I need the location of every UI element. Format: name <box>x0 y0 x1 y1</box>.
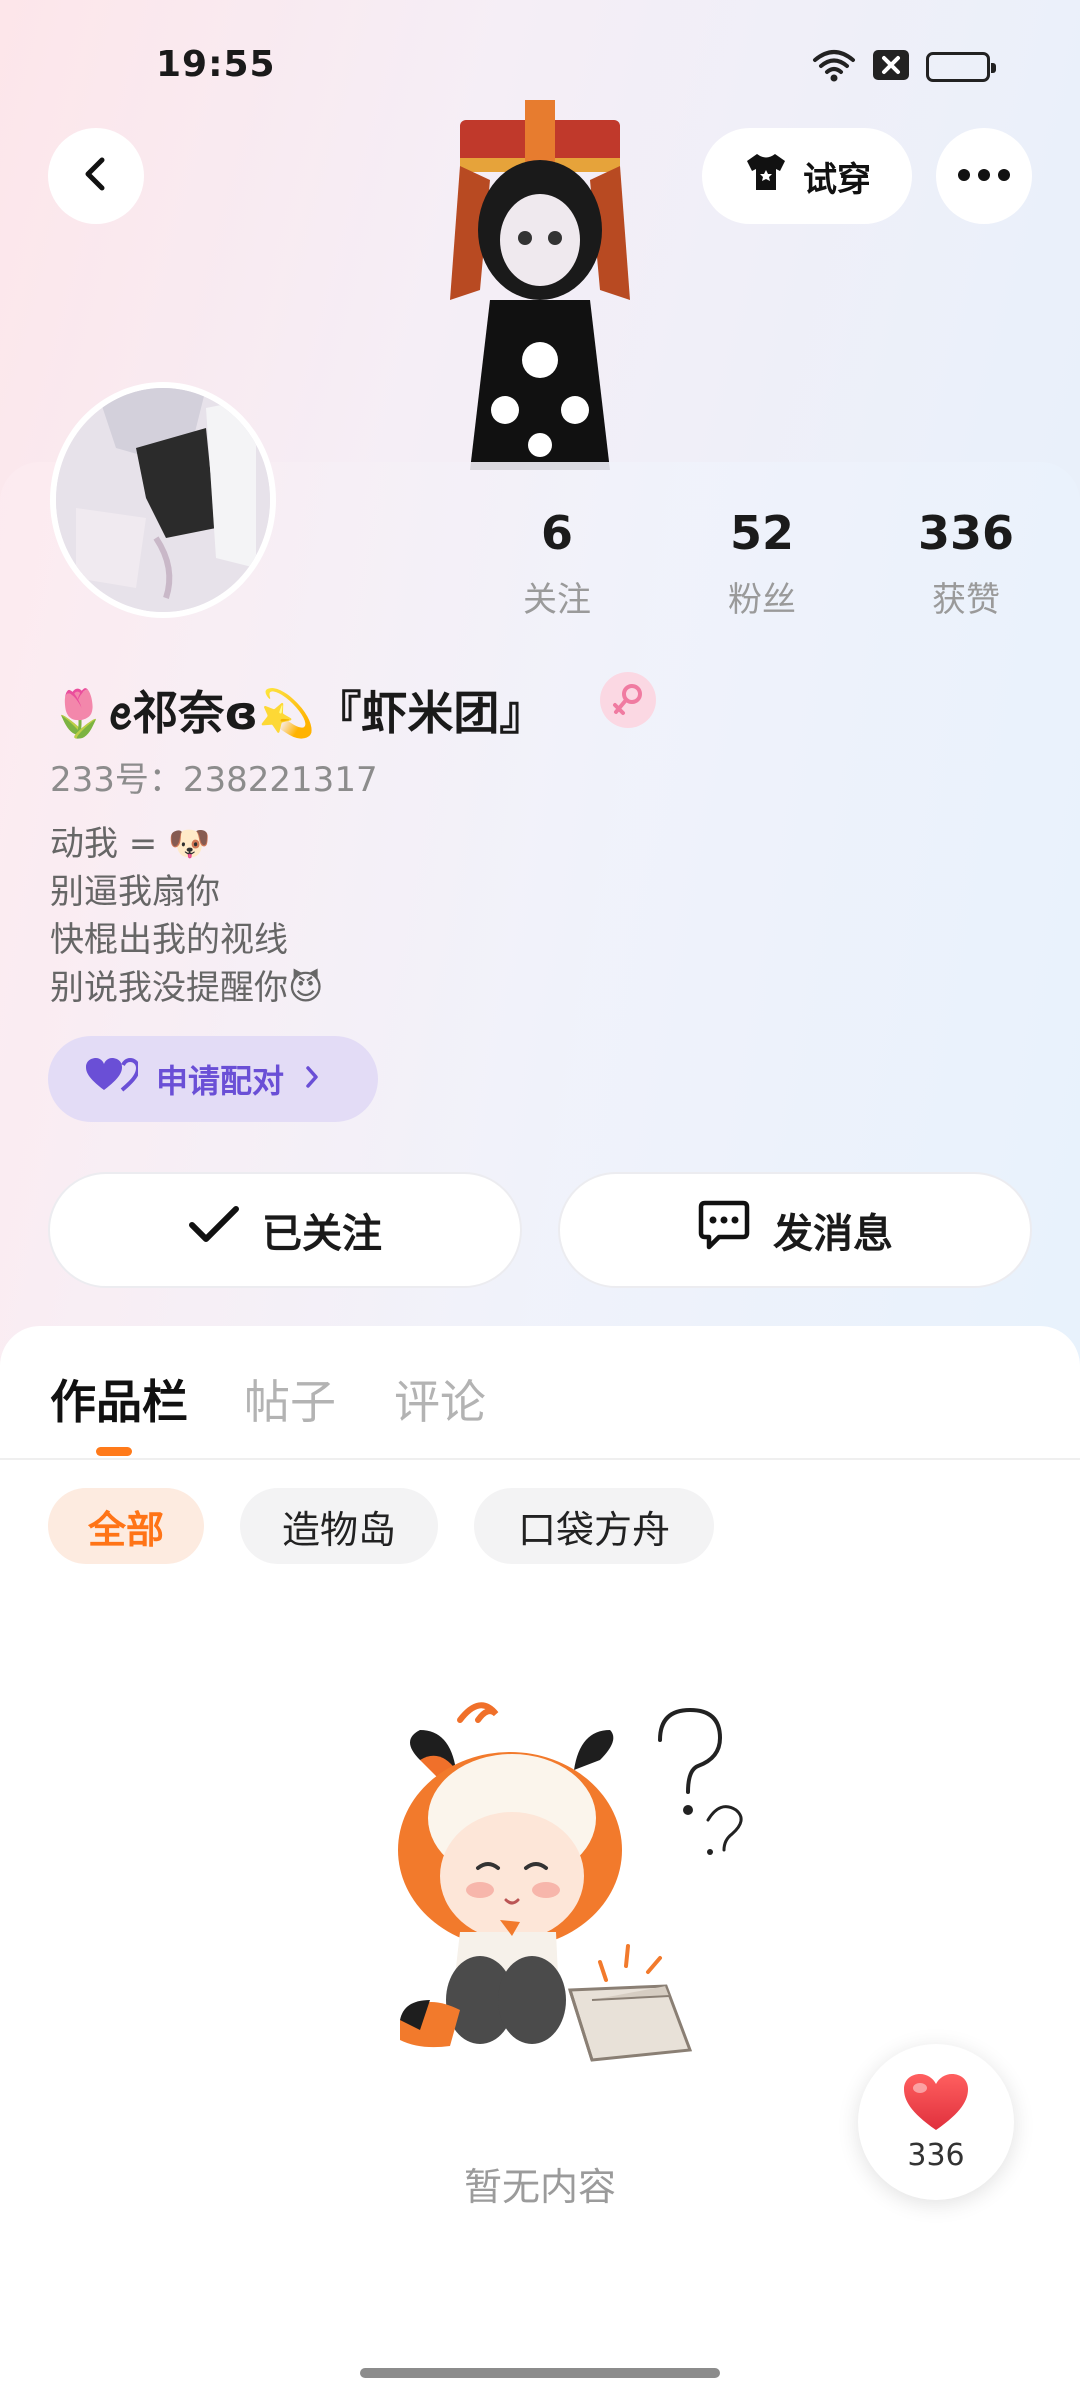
chevron-right-icon <box>302 1060 322 1098</box>
following-label: 已关注 <box>262 1211 382 1257</box>
stat-likes-label: 获赞 <box>932 580 1000 620</box>
tab-posts[interactable]: 帖子 <box>244 1366 336 1432</box>
try-on-label: 试穿 <box>803 159 871 200</box>
more-button[interactable] <box>936 128 1032 224</box>
nickname: 🌷ꫀ祁奈ɞ💫『虾米团』 <box>50 686 546 740</box>
status-icons <box>812 48 996 86</box>
stat-fans-label: 粉丝 <box>728 580 796 620</box>
bio-line: 动我 = 🐶 <box>50 824 211 864</box>
send-message-label: 发消息 <box>773 1211 893 1257</box>
following-button[interactable]: 已关注 <box>48 1172 522 1288</box>
bio-line: 快棍出我的视线 <box>50 920 288 960</box>
check-icon <box>188 1205 240 1255</box>
double-heart-icon <box>86 1057 141 1100</box>
avatar[interactable] <box>50 382 276 618</box>
chat-bubble-icon <box>697 1199 751 1261</box>
filter-chip-all[interactable]: 全部 <box>48 1488 204 1564</box>
filter-chip-creation-island[interactable]: 造物岛 <box>240 1488 438 1564</box>
battery-icon <box>926 52 996 82</box>
stat-following[interactable]: 6 关注 <box>467 506 647 621</box>
tab-divider <box>0 1458 1080 1460</box>
request-pair-button[interactable]: 申请配对 <box>48 1036 378 1122</box>
like-button[interactable]: 336 <box>858 2044 1014 2200</box>
bio-line: 别说我没提醒你😈 <box>50 968 324 1008</box>
stat-likes[interactable]: 336 获赞 <box>876 506 1056 621</box>
back-button[interactable] <box>48 128 144 224</box>
tab-comments[interactable]: 评论 <box>394 1366 486 1432</box>
filter-chip-pocket-ark[interactable]: 口袋方舟 <box>474 1488 714 1564</box>
bio-line: 别逼我扇你 <box>50 872 220 912</box>
tab-works[interactable]: 作品栏 <box>50 1366 188 1432</box>
user-id: 233号：238221317 <box>50 760 378 800</box>
chevron-left-icon <box>76 154 116 198</box>
like-count: 336 <box>907 2137 965 2173</box>
send-message-button[interactable]: 发消息 <box>558 1172 1032 1288</box>
wifi-icon <box>812 48 856 86</box>
stat-following-label: 关注 <box>523 580 591 620</box>
female-icon <box>600 672 656 728</box>
stat-fans[interactable]: 52 粉丝 <box>672 506 852 621</box>
stat-likes-value: 336 <box>917 506 1015 560</box>
try-on-button[interactable]: 试穿 <box>702 128 912 224</box>
empty-state-illustration <box>360 1700 760 2100</box>
tab-active-indicator <box>96 1447 132 1456</box>
tshirt-icon <box>743 151 789 202</box>
more-dots-icon <box>957 167 1011 186</box>
heart-icon <box>902 2072 970 2136</box>
bio: 动我 = 🐶 别逼我扇你 快棍出我的视线 别说我没提醒你😈 <box>50 820 323 1012</box>
avatar-character-figure <box>430 100 650 470</box>
stat-following-value: 6 <box>540 506 573 560</box>
request-pair-label: 申请配对 <box>156 1062 285 1100</box>
sim-off-icon <box>872 49 910 85</box>
home-indicator[interactable] <box>360 2368 720 2378</box>
status-time: 19:55 <box>156 44 276 85</box>
stat-fans-value: 52 <box>729 506 794 560</box>
